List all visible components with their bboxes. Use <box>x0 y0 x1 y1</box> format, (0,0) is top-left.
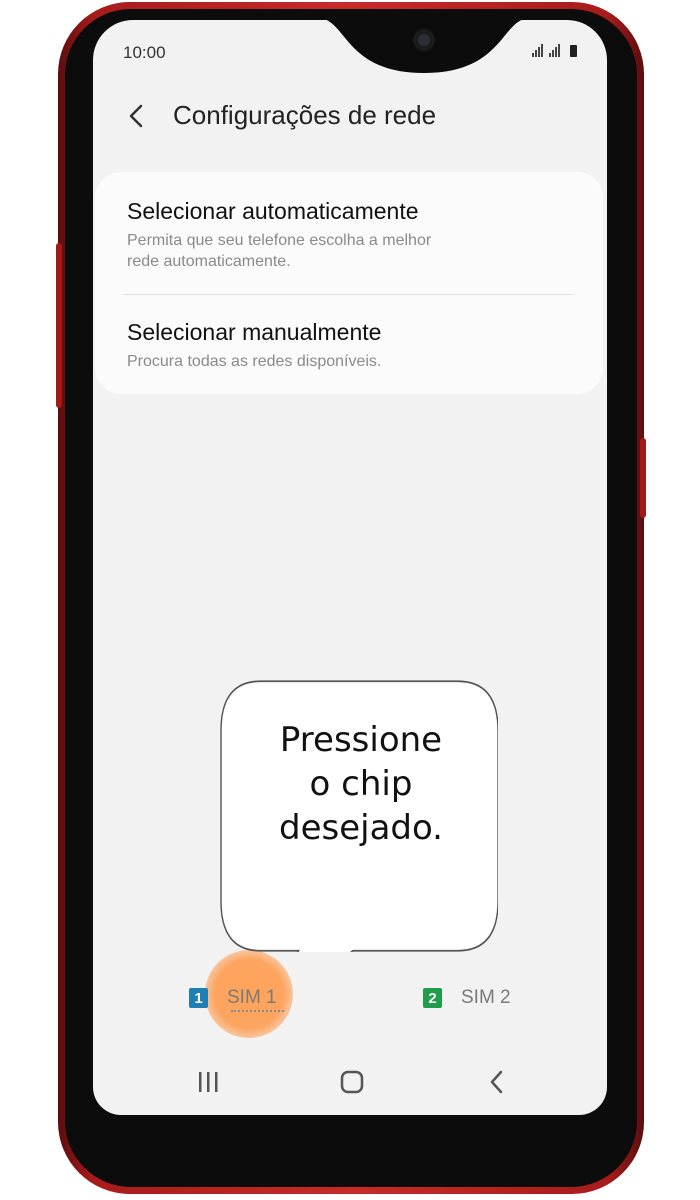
page-title: Configurações de rede <box>173 100 437 130</box>
home-icon[interactable] <box>322 1060 382 1105</box>
sim-2-icon: 2 <box>423 988 442 1008</box>
select-automatically-option[interactable]: Selecionar automaticamente Permita que s… <box>127 198 431 272</box>
back-icon[interactable] <box>467 1060 527 1105</box>
signal-icon-2 <box>549 44 560 57</box>
option-subtitle-line: rede automaticamente. <box>127 253 291 270</box>
app-bar: Configurações de rede <box>93 95 607 145</box>
power-button <box>640 438 646 518</box>
recent-apps-icon[interactable] <box>178 1060 238 1105</box>
status-time: 10:00 <box>123 43 166 62</box>
option-title: Selecionar automaticamente <box>127 198 419 224</box>
option-title: Selecionar manualmente <box>127 319 382 345</box>
callout-line: o chip <box>309 764 413 804</box>
option-subtitle: Permita que seu telefone escolha a melho… <box>127 230 431 272</box>
callout-text: Pressione o chip desejado. <box>222 718 500 850</box>
option-subtitle-line: Permita que seu telefone escolha a melho… <box>127 232 432 249</box>
sim-1-selected-indicator <box>231 1010 284 1014</box>
callout-line: desejado. <box>278 808 443 848</box>
battery-icon <box>570 45 577 57</box>
status-icons <box>532 44 577 57</box>
navigation-bar <box>93 1060 607 1105</box>
sim-tab-label: SIM 2 <box>461 987 511 1008</box>
sim-1-icon: 1 <box>189 988 208 1008</box>
select-manually-option[interactable]: Selecionar manualmente Procura todas as … <box>127 319 381 372</box>
sim-tab-2[interactable]: 2 SIM 2 <box>423 978 511 1018</box>
option-subtitle: Procura todas as redes disponíveis. <box>127 353 382 370</box>
signal-icon <box>532 44 543 57</box>
back-arrow-icon[interactable] <box>121 101 151 131</box>
sim-tab-label: SIM 1 <box>227 987 277 1008</box>
network-options-card: Selecionar automaticamente Permita que s… <box>95 172 603 394</box>
divider <box>123 294 575 295</box>
callout-line: Pressione <box>279 720 443 760</box>
camera-notch <box>326 20 522 73</box>
volume-button <box>56 243 62 408</box>
